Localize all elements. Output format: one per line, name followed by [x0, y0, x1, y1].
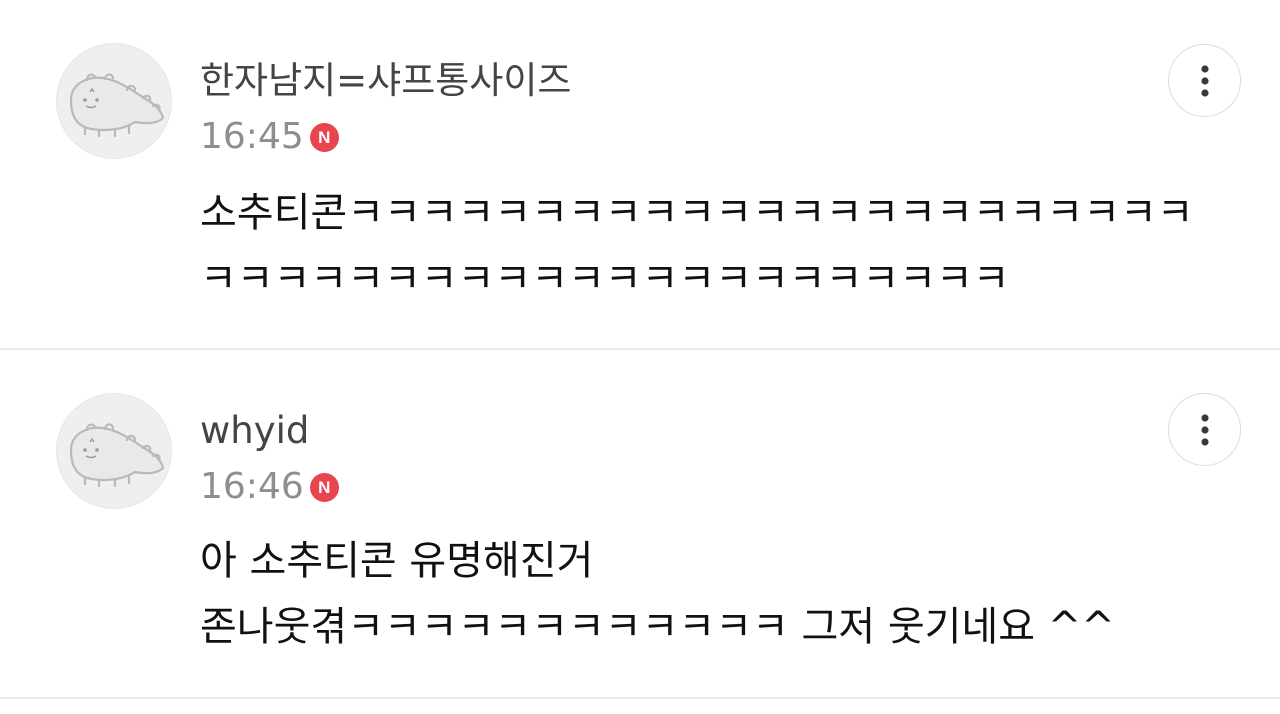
new-badge: N	[309, 472, 339, 502]
new-badge: N	[309, 122, 339, 152]
more-vertical-icon	[1200, 413, 1209, 446]
comment-time: 16:46	[200, 466, 304, 507]
comment-line: 존나웃겪ㅋㅋㅋㅋㅋㅋㅋㅋㅋㅋㅋㅋ 그저 웃기네요 ^^	[200, 604, 1115, 650]
avatar[interactable]	[56, 43, 172, 159]
dinosaur-avatar-icon	[69, 73, 165, 138]
more-options-button[interactable]	[1168, 44, 1241, 117]
comment-item: 한자남지=샤프통사이즈 16:45 N 소추티콘ㅋㅋㅋㅋㅋㅋㅋㅋㅋㅋㅋㅋㅋㅋㅋㅋ…	[0, 0, 1280, 348]
meta-row: 16:45 N	[200, 117, 339, 157]
dinosaur-avatar-icon	[69, 423, 165, 488]
nickname[interactable]: 한자남지=샤프통사이즈	[200, 62, 571, 99]
comment-item: whyid 16:46 N 아 소추티콘 유명해진거 존나웃겪ㅋㅋㅋㅋㅋㅋㅋㅋㅋ…	[0, 350, 1280, 697]
nickname[interactable]: whyid	[200, 412, 309, 449]
more-options-button[interactable]	[1168, 393, 1241, 466]
comment-line: ㅋㅋㅋㅋㅋㅋㅋㅋㅋㅋㅋㅋㅋㅋㅋㅋㅋㅋㅋㅋㅋㅋ	[200, 256, 1010, 302]
divider	[0, 697, 1280, 699]
more-vertical-icon	[1200, 64, 1209, 97]
meta-row: 16:46 N	[200, 467, 339, 507]
avatar[interactable]	[56, 393, 172, 509]
comment-line: 소추티콘ㅋㅋㅋㅋㅋㅋㅋㅋㅋㅋㅋㅋㅋㅋㅋㅋㅋㅋㅋㅋㅋㅋㅋ	[200, 190, 1194, 236]
comment-time: 16:45	[200, 116, 304, 157]
comment-line: 아 소추티콘 유명해진거	[200, 538, 594, 584]
comment-body: 아 소추티콘 유명해진거 존나웃겪ㅋㅋㅋㅋㅋㅋㅋㅋㅋㅋㅋㅋ 그저 웃기네요 ^^	[200, 528, 1115, 660]
comment-body: 소추티콘ㅋㅋㅋㅋㅋㅋㅋㅋㅋㅋㅋㅋㅋㅋㅋㅋㅋㅋㅋㅋㅋㅋㅋ ㅋㅋㅋㅋㅋㅋㅋㅋㅋㅋㅋㅋ…	[200, 180, 1194, 312]
